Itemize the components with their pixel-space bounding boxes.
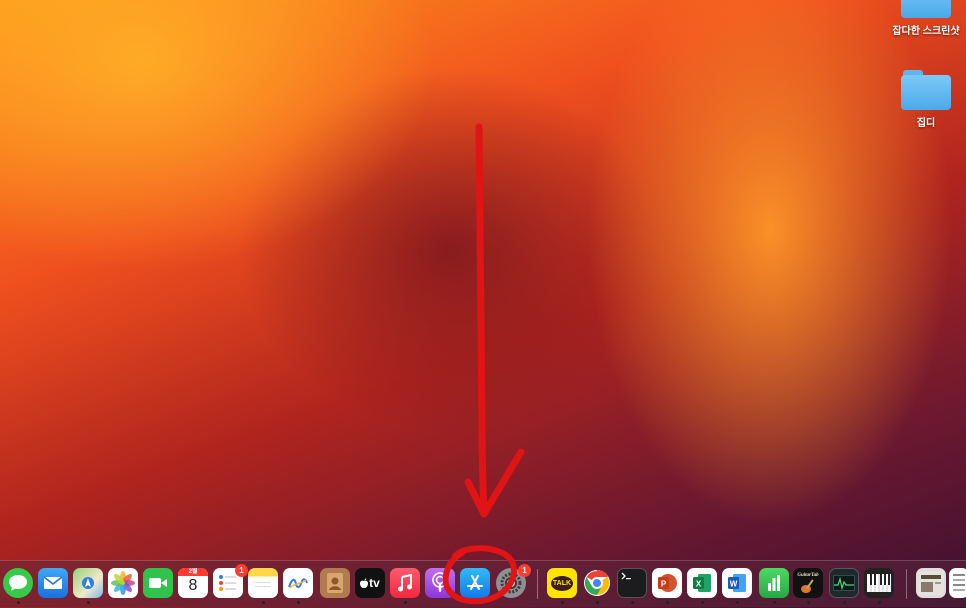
- red-circle-annotation: [442, 545, 517, 605]
- red-arrow-annotation: [464, 123, 525, 518]
- red-annotation-overlay: [442, 123, 525, 605]
